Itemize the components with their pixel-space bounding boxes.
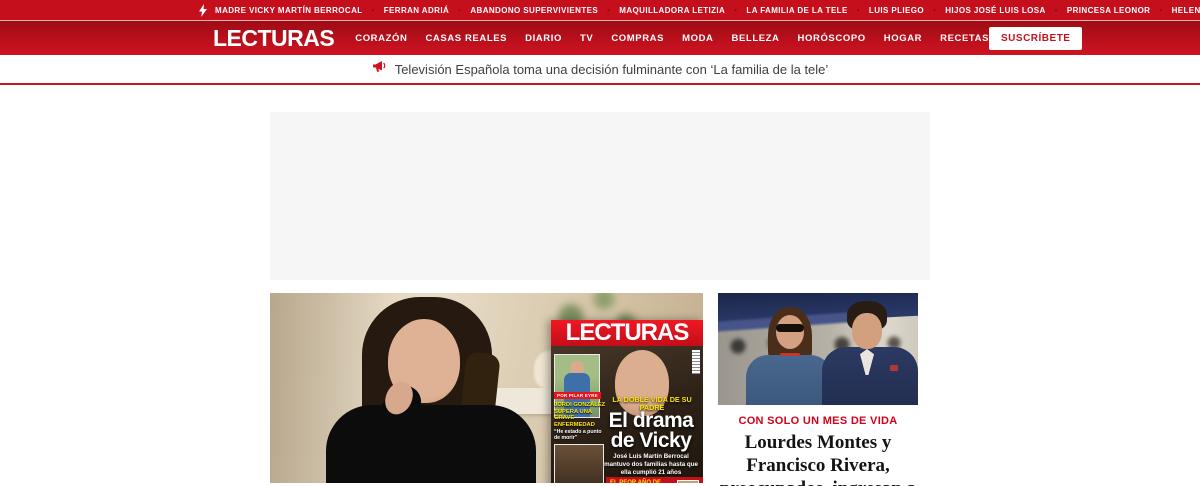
trending-item[interactable]: LA FAMILIA DE LA TELE [725, 6, 848, 15]
logo[interactable]: Lecturas [213, 25, 334, 52]
cover-barcode [692, 350, 700, 374]
cover-strip-photo [677, 480, 699, 483]
trending-item[interactable]: ABANDONO SUPERVIVIENTES [449, 6, 598, 15]
nav-item-corazon[interactable]: CORAZÓN [355, 33, 407, 44]
subscribe-button[interactable]: SUSCRÍBETE [989, 27, 1082, 50]
trending-item[interactable]: PRINCESA LEONOR [1046, 6, 1151, 15]
trending-list: MADRE VICKY MARTÍN BERROCAL FERRAN ADRIÁ… [215, 6, 1200, 15]
cover-title-line1: El drama [600, 411, 702, 431]
cover-side-headline: JORDI GONZÁLEZ SUPERA UNA GRAVE ENFERMED… [554, 402, 606, 429]
article-headline[interactable]: Lourdes Montes y Francisco Rivera, preoc… [718, 431, 918, 486]
article-kicker[interactable]: CON SOLO UN MES DE VIDA [718, 415, 918, 427]
woman-denim-jacket [746, 355, 832, 405]
trending-item[interactable]: LUIS PLIEGO [848, 6, 924, 15]
trending-item[interactable]: HELEN MIRREN [1150, 6, 1200, 15]
nav-item-hogar[interactable]: HOGAR [884, 33, 922, 44]
nav-item-belleza[interactable]: BELLEZA [732, 33, 780, 44]
ad-placeholder [270, 112, 930, 280]
vicky-article-image[interactable]: Lecturas POR PILAR EYRE JORDI GONZÁLEZ S… [270, 293, 703, 483]
nav-item-recetas[interactable]: RECETAS [940, 33, 989, 44]
main-content: Lecturas POR PILAR EYRE JORDI GONZÁLEZ S… [270, 112, 930, 486]
cover-strip-title: EL PEOR AÑO DE MASSIEL [610, 480, 674, 483]
cover-subtitle: José Luis Martín Berrocal mantuvo dos fa… [600, 453, 702, 477]
cover-side-quote: “He estado a punto de morir” [554, 429, 606, 441]
main-nav-list: CORAZÓN CASAS REALES DIARIO TV COMPRAS M… [355, 33, 989, 44]
man-face [852, 313, 882, 349]
breaking-link[interactable]: Televisión Española toma una decisión fu… [395, 62, 829, 77]
nav-item-casas-reales[interactable]: CASAS REALES [425, 33, 507, 44]
article-card-vicky: Lecturas POR PILAR EYRE JORDI GONZÁLEZ S… [270, 293, 703, 486]
trending-item[interactable]: HIJOS JOSÉ LUIS LOSA [924, 6, 1046, 15]
article-grid: Lecturas POR PILAR EYRE JORDI GONZÁLEZ S… [270, 293, 930, 486]
trending-item[interactable]: FERRAN ADRIÁ [363, 6, 450, 15]
nav-item-horoscopo[interactable]: HORÓSCOPO [798, 33, 866, 44]
article-card-lourdes: CON SOLO UN MES DE VIDA Lourdes Montes y… [718, 293, 918, 486]
page: MADRE VICKY MARTÍN BERROCAL FERRAN ADRIÁ… [0, 0, 1200, 486]
pocket-square-decor [890, 365, 898, 371]
nav-item-moda[interactable]: MODA [682, 33, 713, 44]
cover-photo-group: LOS HIJOS DE [554, 444, 604, 483]
sunglasses-decor [776, 324, 804, 332]
necklace-decor [780, 353, 800, 356]
nav-item-compras[interactable]: COMPRAS [611, 33, 664, 44]
lourdes-article-image[interactable] [718, 293, 918, 405]
cover-strip-text: EL PEOR AÑO DE MASSIEL Lucha contra su c… [610, 480, 674, 483]
cover-title: El drama de Vicky [600, 411, 702, 451]
nav-item-diario[interactable]: DIARIO [525, 33, 562, 44]
nav-item-tv[interactable]: TV [580, 33, 593, 44]
cover-masthead: Lecturas [551, 320, 703, 346]
breaking-bar: Televisión Española toma una decisión fu… [0, 55, 1200, 85]
magazine-cover: Lecturas POR PILAR EYRE JORDI GONZÁLEZ S… [551, 320, 703, 483]
cover-bottom-strip: EL PEOR AÑO DE MASSIEL Lucha contra su c… [606, 477, 703, 483]
megaphone-icon [372, 60, 387, 78]
trending-bar: MADRE VICKY MARTÍN BERROCAL FERRAN ADRIÁ… [0, 0, 1200, 20]
trending-item[interactable]: MAQUILLADORA LETIZIA [598, 6, 725, 15]
woman-face [776, 315, 804, 349]
trending-item[interactable]: MADRE VICKY MARTÍN BERROCAL [215, 6, 363, 15]
cover-author-tag: POR PILAR EYRE [554, 392, 601, 399]
main-navbar: Lecturas CORAZÓN CASAS REALES DIARIO TV … [0, 20, 1200, 55]
cover-title-line2: de Vicky [600, 431, 702, 451]
flash-icon [199, 4, 207, 17]
